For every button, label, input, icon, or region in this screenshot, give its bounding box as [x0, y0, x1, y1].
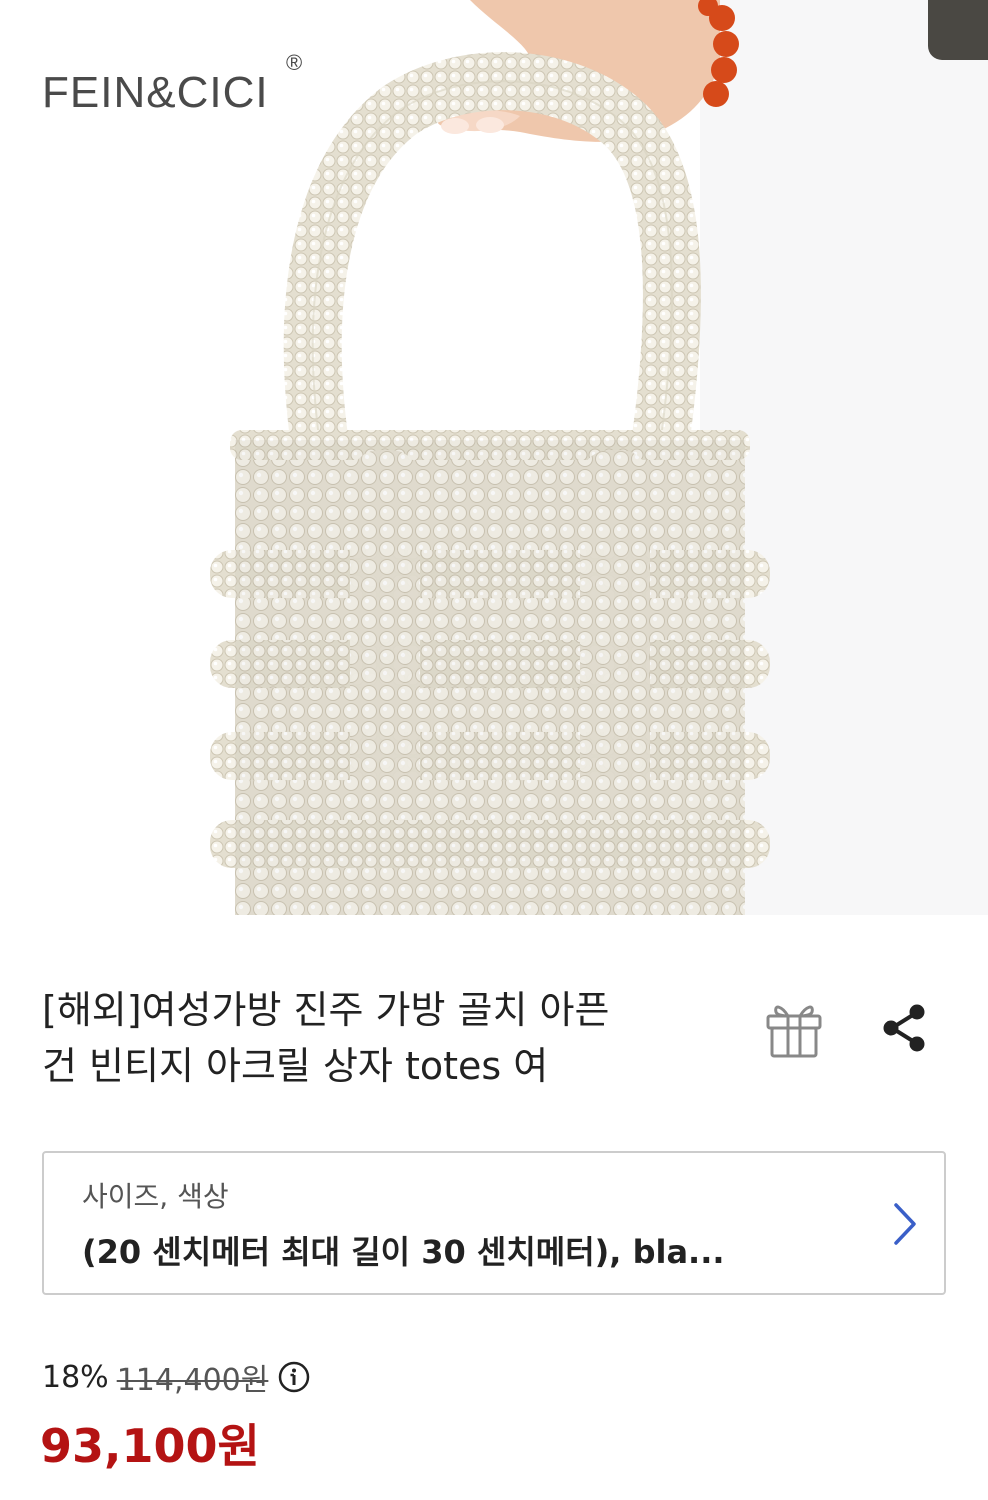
option-label: 사이즈, 색상: [82, 1180, 229, 1213]
product-title-line-2: 건 빈티지 아크릴 상자 totes 여: [42, 1044, 549, 1088]
product-page: FEIN&CICI ® [해외]여성가방 진주 가방 골치 아픈 건 빈티지 아…: [0, 0, 988, 1500]
share-icon: [883, 1004, 925, 1052]
option-selected-value: (20 센치메터 최대 길이 30 센치메터), bla...: [82, 1233, 725, 1271]
final-price: 93,100원: [40, 1419, 260, 1473]
share-button[interactable]: [880, 1002, 930, 1054]
registered-mark: ®: [286, 50, 303, 75]
product-title: [해외]여성가방 진주 가방 골치 아픈 건 빈티지 아크릴 상자 totes …: [42, 982, 732, 1094]
pearl-bag-illustration: [0, 0, 988, 915]
product-title-line-1: [해외]여성가방 진주 가방 골치 아픈: [42, 988, 610, 1032]
gift-button[interactable]: [760, 996, 828, 1060]
discount-row: 18% 114,400원: [42, 1357, 310, 1398]
info-icon[interactable]: [278, 1361, 310, 1393]
brand-logo: FEIN&CICI: [42, 68, 269, 117]
gift-icon: [766, 1005, 822, 1058]
original-price: 114,400원: [116, 1363, 269, 1398]
product-image[interactable]: FEIN&CICI ®: [0, 0, 988, 915]
chevron-right-icon: [894, 1203, 916, 1245]
discount-rate: 18%: [42, 1359, 109, 1395]
option-selector[interactable]: 사이즈, 색상 (20 센치메터 최대 길이 30 센치메터), bla...: [42, 1151, 946, 1295]
corner-overlay: [928, 0, 988, 60]
